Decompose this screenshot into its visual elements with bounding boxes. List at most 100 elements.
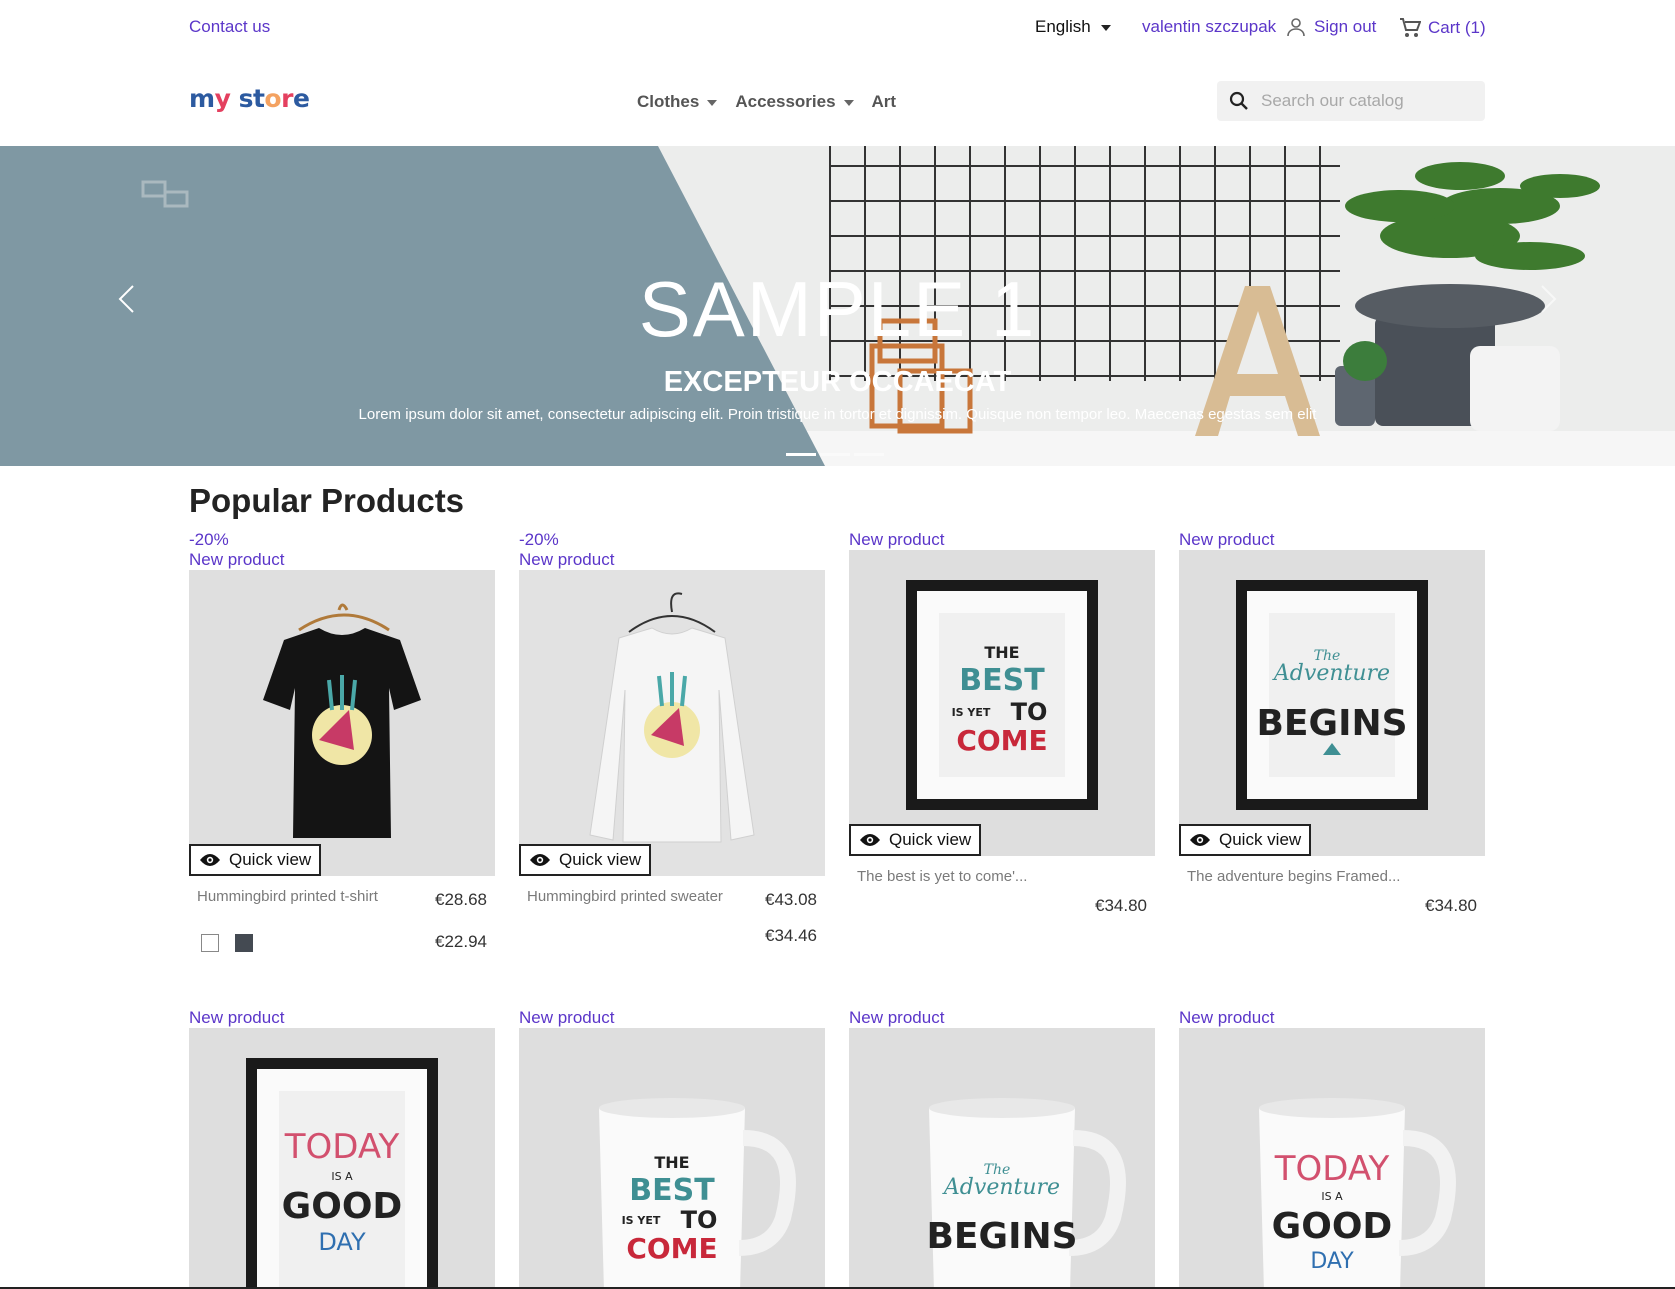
new-product-flag: New product	[1179, 530, 1275, 549]
quick-view-button[interactable]: Quick view	[1179, 824, 1312, 856]
product-price: €34.80	[1095, 896, 1147, 915]
mug-image: The Adventure BEGINS	[926, 1098, 1126, 1288]
slide-indicator[interactable]	[854, 453, 884, 456]
poster-text: TO	[1011, 698, 1048, 726]
poster-text: GOOD	[282, 1186, 403, 1227]
new-product-flag: New product	[849, 530, 945, 549]
mug-text: THE	[654, 1153, 689, 1172]
poster-text: BEST	[959, 663, 1045, 698]
account-link[interactable]: valentin szczupak	[1142, 17, 1276, 37]
poster-text: BEGINS	[1256, 703, 1407, 744]
product-card[interactable]: New product The Adventure BEGINS Quick v…	[1179, 530, 1485, 956]
language-label: English	[1035, 17, 1091, 36]
cart-label: Cart (1)	[1428, 18, 1486, 37]
color-swatches	[201, 934, 253, 952]
mug-text: GOOD	[1272, 1206, 1393, 1247]
product-image[interactable]: The Adventure BEGINS Quick view	[1179, 550, 1485, 856]
product-name[interactable]: The best is yet to come'...	[857, 868, 1027, 885]
product-card[interactable]: New product THE BEST IS YET TO COME Quic…	[849, 530, 1155, 956]
language-selector[interactable]: English	[1035, 17, 1111, 37]
new-product-flag: New product	[519, 550, 615, 569]
chevron-down-icon	[843, 100, 854, 106]
nav-accessories[interactable]: Accessories	[735, 92, 854, 112]
section-title: Popular Products	[189, 482, 465, 519]
sweater-image	[589, 592, 755, 843]
product-card[interactable]: New product TODAY IS A GOOD DAY	[189, 1008, 495, 1288]
product-price: €34.46	[765, 926, 817, 945]
product-name[interactable]: The adventure begins Framed...	[1187, 868, 1400, 885]
main-nav: Clothes Accessories Art	[637, 92, 896, 112]
chevron-down-icon	[1100, 25, 1111, 31]
product-name[interactable]: Hummingbird printed t-shirt	[197, 888, 378, 905]
top-bar: Contact us English valentin szczupak Sig…	[0, 0, 1675, 54]
product-image[interactable]: The Adventure BEGINS	[849, 1028, 1155, 1288]
mug-text: IS YET	[622, 1214, 661, 1227]
poster-text: TODAY	[284, 1127, 400, 1167]
eye-icon	[1190, 834, 1210, 846]
product-image[interactable]: TODAY IS A GOOD DAY	[1179, 1028, 1485, 1288]
cart-icon	[1400, 18, 1421, 37]
chevron-down-icon	[707, 100, 718, 106]
search-box	[1217, 81, 1485, 121]
hero-title: SAMPLE 1	[638, 265, 1037, 353]
quick-view-label: Quick view	[559, 850, 642, 869]
poster-text: IS YET	[952, 706, 991, 719]
mug-text: TO	[681, 1206, 718, 1234]
new-product-flag: New product	[189, 1008, 285, 1027]
product-image[interactable]: TODAY IS A GOOD DAY	[189, 1028, 495, 1288]
color-swatch-dark[interactable]	[235, 934, 253, 952]
sign-out-link[interactable]: Sign out	[1286, 17, 1376, 37]
mug-image: THE BEST IS YET TO COME	[599, 1098, 796, 1288]
quick-view-button[interactable]: Quick view	[849, 824, 982, 856]
search-icon[interactable]	[1229, 91, 1249, 111]
search-input[interactable]	[1261, 91, 1471, 111]
quick-view-button[interactable]: Quick view	[189, 844, 322, 876]
framed-poster-image: The Adventure BEGINS	[1236, 580, 1428, 810]
quick-view-button[interactable]: Quick view	[519, 844, 652, 876]
main-header: my store Clothes Accessories Art	[0, 54, 1675, 146]
product-card[interactable]: New product The Adventure BEGINS	[849, 1008, 1155, 1288]
contact-us-link[interactable]: Contact us	[189, 17, 270, 37]
eye-icon	[200, 854, 220, 866]
framed-poster-image: THE BEST IS YET TO COME	[906, 580, 1098, 810]
poster-text: Adventure	[1272, 661, 1390, 686]
slide-indicator[interactable]	[786, 453, 816, 456]
new-product-flag: New product	[519, 1008, 615, 1027]
new-product-flag: New product	[1179, 1008, 1275, 1027]
nav-art[interactable]: Art	[872, 92, 897, 112]
mug-text: DAY	[1310, 1249, 1354, 1274]
product-name[interactable]: Hummingbird printed sweater	[527, 888, 723, 905]
product-card[interactable]: New product THE BEST IS YET TO COME	[519, 1008, 825, 1288]
product-image[interactable]: THE BEST IS YET TO COME Quick view	[849, 550, 1155, 856]
slide-indicator[interactable]	[820, 453, 850, 456]
user-icon	[1287, 18, 1305, 37]
regular-price: €43.08	[765, 890, 817, 909]
mug-text: TODAY	[1274, 1149, 1390, 1189]
mug-text: COME	[626, 1232, 717, 1265]
cart-link[interactable]: Cart (1)	[1399, 17, 1486, 39]
mug-text: IS A	[1321, 1190, 1343, 1203]
product-image[interactable]: THE BEST IS YET TO COME	[519, 1028, 825, 1288]
mug-text: BEST	[629, 1173, 715, 1208]
hero-slider: SAMPLE 1 EXCEPTEUR OCCAECAT Lorem ipsum …	[0, 146, 1675, 466]
color-swatch-white[interactable]	[201, 934, 219, 952]
product-image[interactable]: Quick view	[519, 570, 825, 876]
mug-text: Adventure	[942, 1175, 1060, 1200]
eye-icon	[530, 854, 550, 866]
mug-text: BEGINS	[926, 1216, 1077, 1257]
tshirt-image	[263, 603, 421, 838]
quick-view-label: Quick view	[229, 850, 312, 869]
framed-poster-image: TODAY IS A GOOD DAY	[246, 1058, 438, 1288]
slider-indicators	[786, 453, 884, 456]
store-logo[interactable]: my store	[189, 84, 310, 113]
product-card[interactable]: -20% New product Quick view Hummingbird …	[519, 530, 825, 976]
sign-out-label: Sign out	[1314, 17, 1377, 36]
product-card[interactable]: -20% New product Quick view Hummingbird …	[189, 530, 495, 976]
product-image[interactable]: Quick view	[189, 570, 495, 876]
quick-view-label: Quick view	[1219, 830, 1302, 849]
new-product-flag: New product	[849, 1008, 945, 1027]
product-card[interactable]: New product TODAY IS A GOOD DAY	[1179, 1008, 1485, 1288]
nav-clothes[interactable]: Clothes	[637, 92, 718, 112]
nav-clothes-label: Clothes	[637, 92, 700, 111]
nav-accessories-label: Accessories	[735, 92, 836, 111]
